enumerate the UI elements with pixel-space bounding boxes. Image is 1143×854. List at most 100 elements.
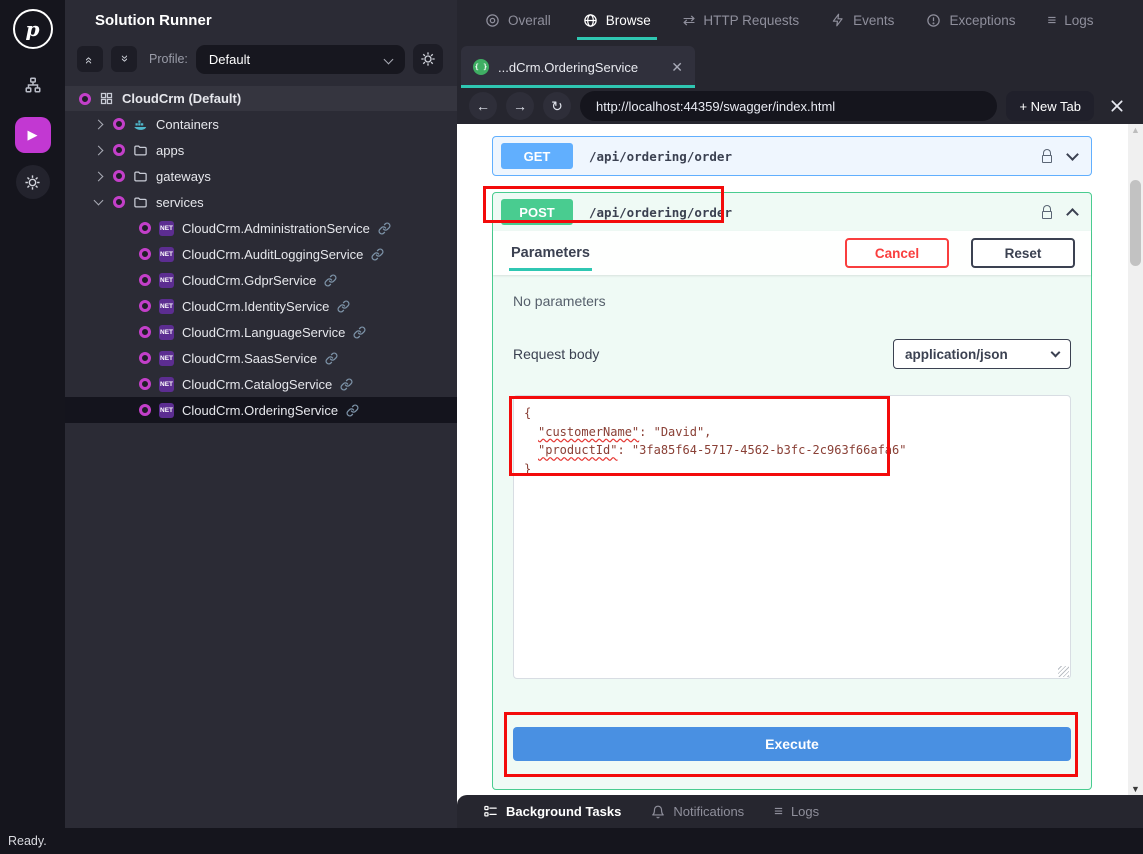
tree-node-services[interactable]: services: [65, 189, 457, 215]
link-icon[interactable]: [353, 326, 366, 339]
tree-node-label: apps: [156, 143, 184, 158]
request-body-editor[interactable]: { "customerName": "David", "productId": …: [513, 395, 1071, 679]
browser-toolbar: ← → ↻ http://localhost:44359/swagger/ind…: [457, 88, 1143, 124]
tree-node-apps[interactable]: apps: [65, 137, 457, 163]
tree-node-administration-service[interactable]: NET CloudCrm.AdministrationService: [65, 215, 457, 241]
tab-logs[interactable]: ≡ Logs: [1047, 0, 1093, 40]
tools-icon[interactable]: [1109, 98, 1125, 114]
link-icon[interactable]: [346, 404, 359, 417]
tree-node-label: CloudCrm.AdministrationService: [182, 221, 370, 236]
collapse-chevron-icon[interactable]: [1066, 208, 1079, 221]
browser-tab-orderingservice[interactable]: ...dCrm.OrderingService ✕: [461, 46, 695, 88]
tree-node-auditlogging-service[interactable]: NET CloudCrm.AuditLoggingService: [65, 241, 457, 267]
expand-chevron-icon[interactable]: [1066, 148, 1079, 161]
swagger-page: GET /api/ordering/order POST /api/orderi…: [457, 124, 1143, 795]
dotnet-icon: NET: [159, 377, 174, 392]
profile-select-value: Default: [209, 52, 250, 67]
background-tasks-button[interactable]: Background Tasks: [483, 804, 621, 819]
link-icon[interactable]: [378, 222, 391, 235]
link-icon[interactable]: [325, 352, 338, 365]
tab-http-requests[interactable]: ⇄ HTTP Requests: [683, 0, 799, 40]
browser-tab-strip: ...dCrm.OrderingService ✕: [457, 40, 1143, 88]
view-tab-bar: Overall Browse ⇄ HTTP Requests Events Ex…: [457, 0, 1143, 40]
tree-node-language-service[interactable]: NET CloudCrm.LanguageService: [65, 319, 457, 345]
link-icon[interactable]: [324, 274, 337, 287]
tree-node-label: gateways: [156, 169, 211, 184]
tree-node-label: services: [156, 195, 204, 210]
tree-node-gdpr-service[interactable]: NET CloudCrm.GdprService: [65, 267, 457, 293]
settings-gear-icon[interactable]: [16, 165, 50, 199]
tree-node-label: CloudCrm.OrderingService: [182, 403, 338, 418]
icon-rail: p ▶: [0, 0, 65, 828]
json-line: {: [524, 404, 1060, 423]
tree-node-containers[interactable]: Containers: [65, 111, 457, 137]
post-method-badge: POST: [501, 199, 573, 225]
tree-node-label: CloudCrm (Default): [122, 91, 241, 106]
notifications-button[interactable]: Notifications: [651, 804, 744, 819]
solution-tree-icon[interactable]: [15, 67, 51, 103]
tab-events[interactable]: Events: [831, 0, 894, 40]
address-bar[interactable]: http://localhost:44359/swagger/index.htm…: [580, 91, 997, 121]
tree-node-saas-service[interactable]: NET CloudCrm.SaasService: [65, 345, 457, 371]
dotnet-icon: NET: [159, 351, 174, 366]
tab-overall[interactable]: Overall: [485, 0, 551, 40]
get-endpoint-path: /api/ordering/order: [589, 149, 732, 164]
link-icon[interactable]: [337, 300, 350, 313]
close-icon[interactable]: ✕: [671, 59, 683, 76]
project-status-icon: [113, 196, 125, 208]
vertical-scrollbar[interactable]: ▲ ▼: [1128, 124, 1143, 795]
refresh-button[interactable]: ↻: [543, 92, 571, 120]
auth-lock-icon[interactable]: [1042, 211, 1052, 219]
cancel-button[interactable]: Cancel: [845, 238, 949, 268]
logs-lines-icon: ≡: [774, 803, 783, 820]
containers-icon: [133, 117, 148, 132]
project-status-icon: [79, 93, 91, 105]
project-status-icon: [139, 404, 151, 416]
opblock-post-header[interactable]: POST /api/ordering/order: [493, 193, 1091, 231]
tab-exceptions[interactable]: Exceptions: [926, 0, 1015, 40]
chevron-right-icon: [94, 119, 104, 129]
scrollbar-thumb[interactable]: [1130, 180, 1141, 266]
project-status-icon: [139, 248, 151, 260]
solution-grid-icon: [99, 91, 114, 106]
scroll-up-arrow-icon[interactable]: ▲: [1128, 125, 1143, 135]
profile-select[interactable]: Default: [196, 45, 405, 74]
auth-lock-icon[interactable]: [1042, 155, 1052, 163]
execute-button[interactable]: Execute: [513, 727, 1071, 761]
opblock-get-header[interactable]: GET /api/ordering/order: [493, 137, 1091, 175]
back-button[interactable]: ←: [469, 92, 497, 120]
json-line: "customerName": "David",: [524, 423, 1060, 442]
logs-button[interactable]: ≡ Logs: [774, 803, 819, 820]
expand-all-button[interactable]: «: [111, 46, 137, 72]
tab-label: HTTP Requests: [703, 13, 799, 28]
forward-button[interactable]: →: [506, 92, 534, 120]
request-body-label: Request body: [513, 346, 599, 362]
tree-node-catalog-service[interactable]: NET CloudCrm.CatalogService: [65, 371, 457, 397]
scroll-down-arrow-icon[interactable]: ▼: [1128, 784, 1143, 794]
run-button[interactable]: ▶: [15, 117, 51, 153]
tab-browse[interactable]: Browse: [583, 0, 651, 40]
dotnet-icon: NET: [159, 299, 174, 314]
link-icon[interactable]: [371, 248, 384, 261]
profile-label: Profile:: [149, 52, 188, 66]
chevron-down-icon: [384, 54, 394, 64]
browse-globe-icon: [583, 13, 598, 28]
profile-settings-button[interactable]: [413, 44, 443, 74]
tree-node-label: CloudCrm.GdprService: [182, 273, 316, 288]
json-line: "productId": "3fa85f64-5717-4562-b3fc-2c…: [524, 441, 1060, 460]
link-icon[interactable]: [340, 378, 353, 391]
content-type-select[interactable]: application/json: [893, 339, 1071, 369]
tree-node-ordering-service[interactable]: NET CloudCrm.OrderingService: [65, 397, 457, 423]
json-key: "productId": [538, 443, 617, 457]
exceptions-alert-icon: [926, 13, 941, 28]
new-tab-button[interactable]: + New Tab: [1006, 91, 1094, 121]
collapse-all-button[interactable]: «: [77, 46, 103, 72]
app-window: p ▶ Solution Runner « « Profile: Default: [0, 0, 1143, 854]
reset-button[interactable]: Reset: [971, 238, 1075, 268]
parameters-title: Parameters: [509, 236, 592, 271]
tree-node-gateways[interactable]: gateways: [65, 163, 457, 189]
json-line: }: [524, 460, 1060, 479]
tree-node-solution-root[interactable]: CloudCrm (Default): [65, 86, 457, 111]
no-parameters-text: No parameters: [493, 275, 1091, 309]
tree-node-identity-service[interactable]: NET CloudCrm.IdentityService: [65, 293, 457, 319]
